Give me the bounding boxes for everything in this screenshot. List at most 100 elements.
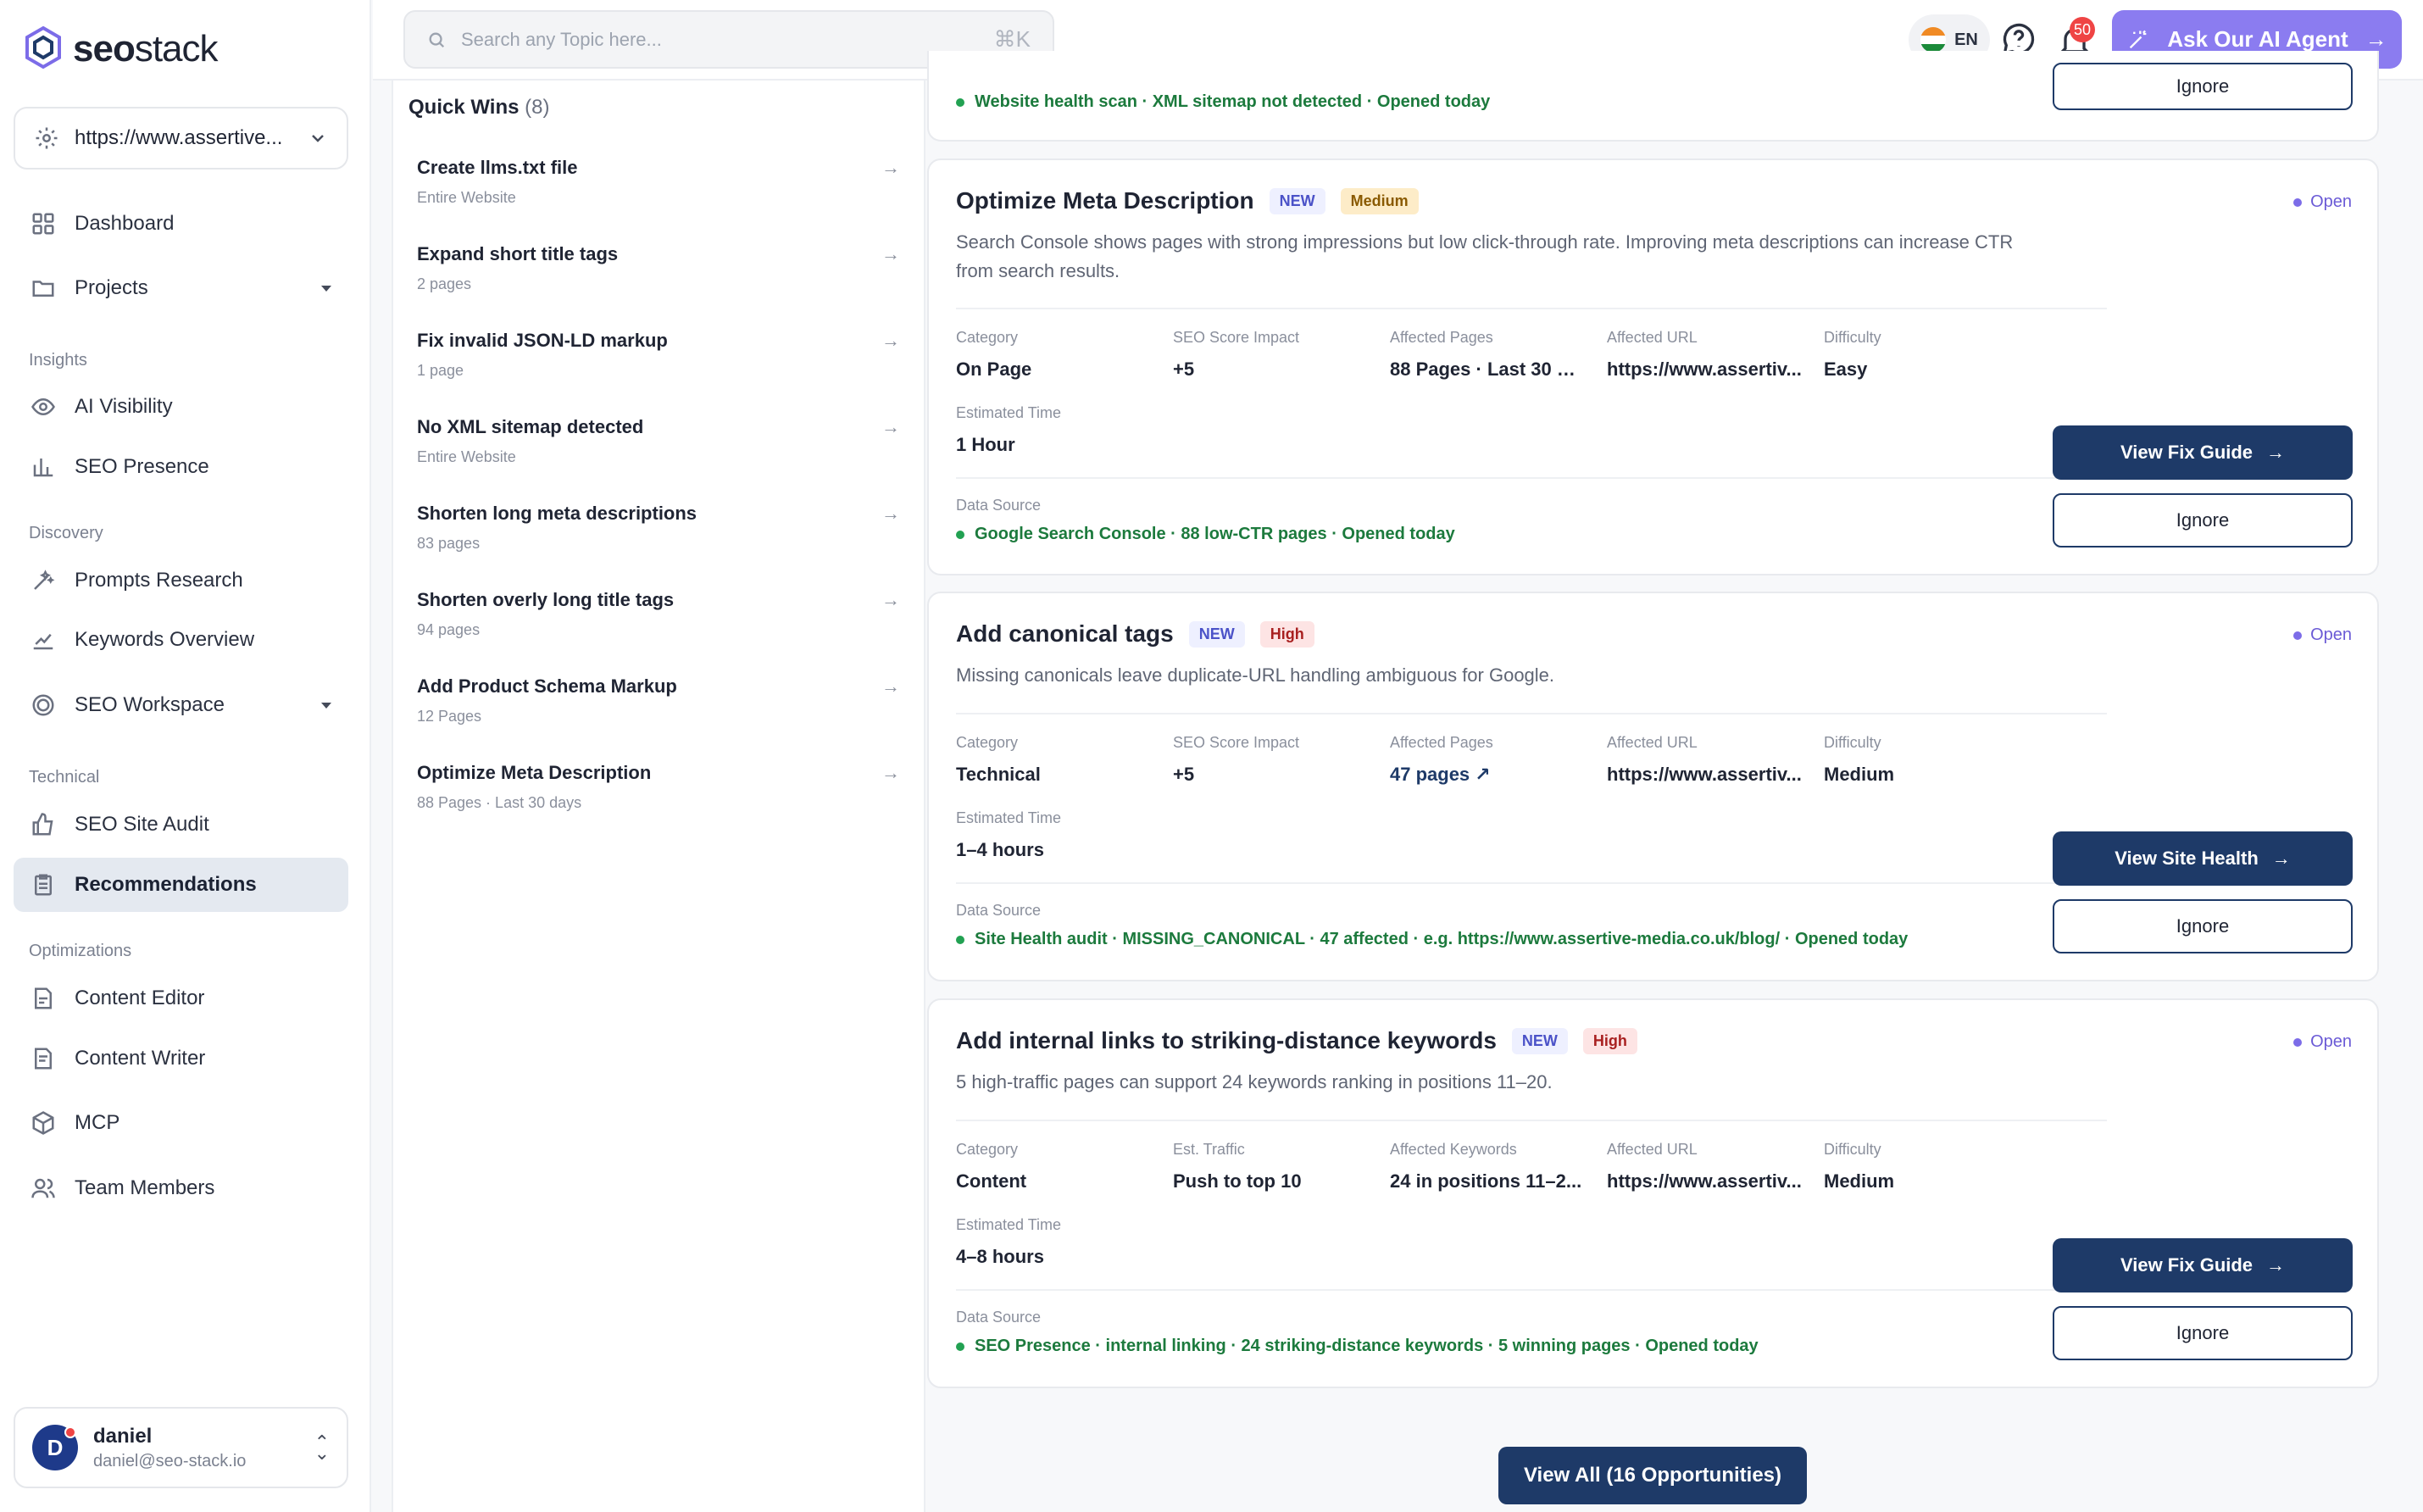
quick-win-item[interactable]: Create llms.txt file Entire Website → bbox=[417, 157, 900, 207]
sparkle-wand-icon bbox=[2130, 30, 2147, 48]
search-placeholder: Search any Topic here... bbox=[461, 28, 662, 50]
logo-icon bbox=[25, 25, 61, 69]
card-title: Add internal links to striking-distance … bbox=[956, 1027, 1497, 1053]
quick-win-scope: Entire Website bbox=[417, 448, 516, 465]
logo[interactable]: seostack bbox=[24, 25, 219, 73]
quick-win-item[interactable]: No XML sitemap detected Entire Website → bbox=[417, 416, 900, 466]
meta-label: Difficulty bbox=[1824, 734, 1881, 751]
quick-win-item[interactable]: Shorten long meta descriptions 83 pages … bbox=[417, 503, 900, 553]
bar-chart-icon bbox=[31, 454, 56, 480]
sidebar-item-label: Keywords Overview bbox=[75, 628, 255, 651]
chevron-down-icon bbox=[312, 135, 324, 142]
meta-label: Difficulty bbox=[1824, 329, 1881, 346]
avatar: D bbox=[32, 1425, 78, 1470]
caret-down-icon bbox=[321, 702, 331, 709]
sidebar-item-keywords-overview[interactable]: Keywords Overview bbox=[14, 613, 348, 667]
meta-label: Affected Pages bbox=[1390, 734, 1493, 751]
nav-group-insights: Insights bbox=[29, 351, 87, 370]
ignore-button[interactable]: Ignore bbox=[2053, 63, 2353, 110]
sidebar-item-label: MCP bbox=[75, 1111, 120, 1134]
card-title: Optimize Meta Description bbox=[956, 187, 1254, 214]
nav-group-optimizations: Optimizations bbox=[29, 942, 132, 960]
quick-win-title: Expand short title tags bbox=[417, 243, 619, 264]
meta-value: 4–8 hours bbox=[956, 1246, 1044, 1267]
arrow-right-icon: → bbox=[881, 243, 900, 264]
sidebar-item-label: SEO Workspace bbox=[75, 693, 225, 716]
affected-pages-link[interactable]: 47 pages ↗ bbox=[1390, 764, 1587, 786]
sidebar-item-dashboard[interactable]: Dashboard bbox=[14, 197, 348, 251]
folder-icon bbox=[31, 275, 56, 301]
sidebar-item-recommendations[interactable]: Recommendations bbox=[14, 858, 348, 912]
divider bbox=[956, 1289, 2107, 1291]
sidebar-item-content-writer[interactable]: Content Writer bbox=[14, 1031, 348, 1086]
view-all-opportunities-button[interactable]: View All (16 Opportunities) bbox=[1498, 1447, 1807, 1504]
sidebar-item-seo-site-audit[interactable]: SEO Site Audit bbox=[14, 798, 348, 852]
meta-label: Affected URL bbox=[1607, 329, 1698, 346]
view-fix-guide-button[interactable]: View Fix Guide → bbox=[2053, 1238, 2353, 1292]
data-source: SEO Presence · internal linking · 24 str… bbox=[956, 1337, 1759, 1356]
quick-win-item[interactable]: Expand short title tags 2 pages → bbox=[417, 243, 900, 293]
card-description: Missing canonicals leave duplicate-URL h… bbox=[956, 664, 1555, 686]
meta-label: Estimated Time bbox=[956, 1216, 1062, 1233]
sidebar-item-content-editor[interactable]: Content Editor bbox=[14, 971, 348, 1026]
meta-label: Data Source bbox=[956, 1309, 1042, 1326]
ignore-button[interactable]: Ignore bbox=[2053, 493, 2353, 548]
meta-value: Technical bbox=[956, 764, 1041, 785]
meta-label: Affected Pages bbox=[1390, 329, 1493, 346]
meta-value: 1–4 hours bbox=[956, 839, 1044, 860]
quick-win-item[interactable]: Fix invalid JSON-LD markup 1 page → bbox=[417, 330, 900, 380]
meta-value: 88 Pages · Last 30 da... bbox=[1390, 359, 1587, 380]
quick-win-scope: Entire Website bbox=[417, 189, 516, 206]
arrow-right-icon: → bbox=[2365, 26, 2387, 52]
sidebar-item-ai-visibility[interactable]: AI Visibility bbox=[14, 380, 348, 434]
user-menu[interactable]: D daniel daniel@seo-stack.io ⌃ ⌄ bbox=[14, 1407, 348, 1488]
meta-value: Content bbox=[956, 1170, 1027, 1192]
meta-label: Data Source bbox=[956, 497, 1042, 514]
arrow-right-icon: → bbox=[881, 762, 900, 783]
eye-icon bbox=[31, 394, 56, 420]
meta-label: Affected URL bbox=[1607, 734, 1698, 751]
logo-text: seostack bbox=[73, 28, 219, 69]
quick-win-scope: 12 Pages bbox=[417, 708, 482, 725]
meta-value: Easy bbox=[1824, 359, 1868, 380]
meta-label: Est. Traffic bbox=[1173, 1141, 1245, 1158]
search-shortcut: ⌘K bbox=[993, 26, 1031, 52]
sidebar-item-projects[interactable]: Projects bbox=[14, 261, 348, 315]
sidebar-item-seo-workspace[interactable]: SEO Workspace bbox=[14, 678, 348, 732]
data-source: Site Health audit · MISSING_CANONICAL · … bbox=[956, 930, 1908, 949]
arrow-right-icon: → bbox=[881, 330, 900, 351]
sidebar: seostack https://www.assertive... Dashbo… bbox=[0, 0, 371, 1512]
meta-label: Estimated Time bbox=[956, 404, 1062, 421]
divider bbox=[956, 713, 2107, 714]
ignore-button[interactable]: Ignore bbox=[2053, 899, 2353, 953]
divider bbox=[956, 1120, 2107, 1121]
arrow-right-icon: → bbox=[881, 675, 900, 697]
recommendation-card-sitemap: Website health scan · XML sitemap not de… bbox=[927, 51, 2379, 142]
sidebar-item-seo-presence[interactable]: SEO Presence bbox=[14, 440, 348, 494]
divider bbox=[956, 882, 2107, 884]
sidebar-item-prompts-research[interactable]: Prompts Research bbox=[14, 553, 348, 608]
quick-win-title: Shorten overly long title tags bbox=[417, 589, 675, 610]
view-site-health-button[interactable]: View Site Health → bbox=[2053, 831, 2353, 886]
arrow-right-icon: → bbox=[881, 157, 900, 178]
arrow-right-icon: → bbox=[2266, 442, 2286, 463]
quick-win-item[interactable]: Add Product Schema Markup 12 Pages → bbox=[417, 675, 900, 725]
arrow-right-icon: → bbox=[2271, 848, 2291, 869]
quick-wins-panel: Quick Wins (8) Create llms.txt file Enti… bbox=[392, 81, 925, 1512]
status-badge: Open bbox=[2293, 1032, 2352, 1052]
ignore-button[interactable]: Ignore bbox=[2053, 1306, 2353, 1360]
site-selector[interactable]: https://www.assertive... bbox=[14, 107, 348, 170]
quick-win-item[interactable]: Shorten overly long title tags 94 pages … bbox=[417, 589, 900, 639]
new-badge: NEW bbox=[1269, 187, 1325, 214]
view-fix-guide-button[interactable]: View Fix Guide → bbox=[2053, 425, 2353, 480]
arrow-right-icon: → bbox=[881, 589, 900, 610]
sidebar-item-label: SEO Site Audit bbox=[75, 813, 209, 836]
meta-value: 24 in positions 11–2... bbox=[1390, 1170, 1582, 1192]
sidebar-item-mcp[interactable]: MCP bbox=[14, 1096, 348, 1150]
meta-value: On Page bbox=[956, 359, 1032, 380]
users-icon bbox=[31, 1176, 56, 1201]
sidebar-item-label: Recommendations bbox=[75, 873, 257, 896]
sidebar-item-label: Projects bbox=[75, 276, 148, 299]
sidebar-item-team-members[interactable]: Team Members bbox=[14, 1161, 348, 1215]
quick-win-item[interactable]: Optimize Meta Description 88 Pages · Las… bbox=[417, 762, 900, 812]
